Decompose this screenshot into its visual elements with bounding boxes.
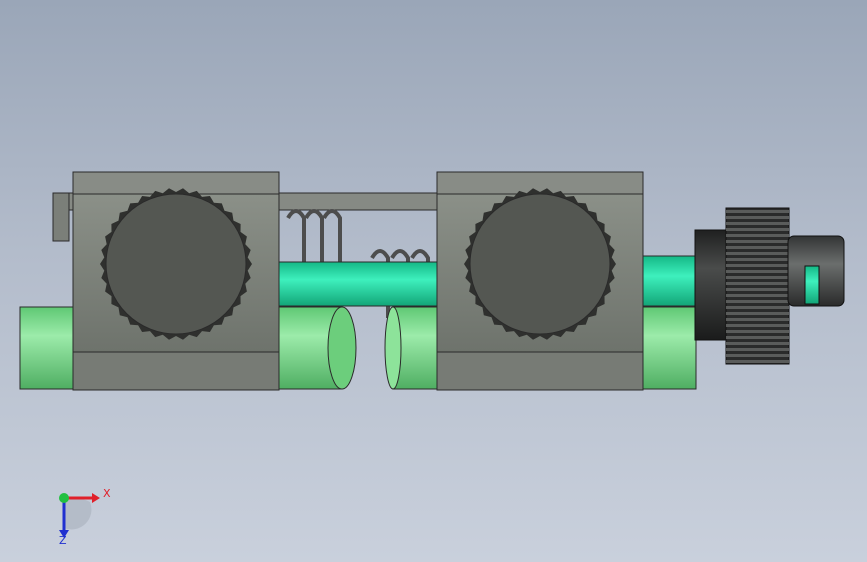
graphics-viewport[interactable]: X Z bbox=[0, 0, 867, 562]
x-axis-label: X bbox=[103, 487, 111, 500]
left-clamp-block[interactable] bbox=[72, 171, 280, 391]
right-clamp-block[interactable] bbox=[436, 171, 644, 391]
thumbscrew-knurl bbox=[725, 207, 790, 365]
thumbscrew[interactable] bbox=[694, 207, 845, 365]
cad-model-assembly[interactable] bbox=[0, 0, 867, 562]
y-axis-dot bbox=[59, 493, 69, 503]
z-axis-label: Z bbox=[59, 534, 67, 547]
coordinate-triad: X Z bbox=[40, 480, 120, 550]
